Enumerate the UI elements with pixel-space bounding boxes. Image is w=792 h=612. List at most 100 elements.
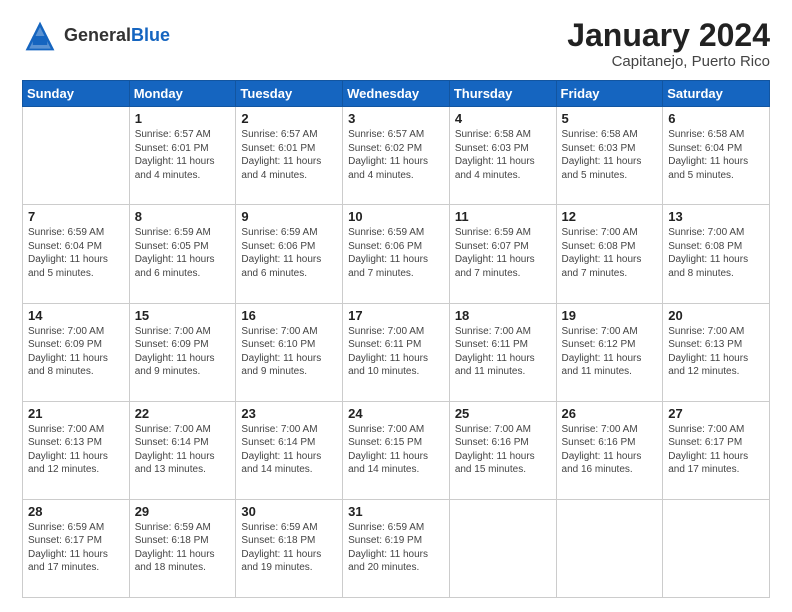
week-row-3: 14 Sunrise: 7:00 AM Sunset: 6:09 PM Dayli… <box>23 303 770 401</box>
calendar-cell: 21 Sunrise: 7:00 AM Sunset: 6:13 PM Dayli… <box>23 401 130 499</box>
calendar-cell: 16Sunrise: 7:00 AM Sunset: 6:10 PM Dayli… <box>236 303 343 401</box>
logo-text: GeneralBlue <box>64 26 170 46</box>
calendar-cell <box>23 107 130 205</box>
calendar-cell: 23 Sunrise: 7:00 AM Sunset: 6:14 PM Dayli… <box>236 401 343 499</box>
calendar-cell: 27 Sunrise: 7:00 AM Sunset: 6:17 PM Dayli… <box>663 401 770 499</box>
weekday-header-saturday: Saturday <box>663 81 770 107</box>
logo: GeneralBlue <box>22 18 170 54</box>
title-block: January 2024 Capitanejo, Puerto Rico <box>567 18 770 70</box>
day-number: 30 <box>241 504 337 519</box>
day-number: 28 <box>28 504 124 519</box>
day-number: 1 <box>135 111 231 126</box>
day-info: Sunrise: 7:00 AM Sunset: 6:11 PM Dayligh… <box>455 325 551 379</box>
day-info: Sunrise: 6:59 AM Sunset: 6:06 PM Dayligh… <box>241 226 337 280</box>
logo-general: General <box>64 25 131 45</box>
week-row-1: 1 Sunrise: 6:57 AM Sunset: 6:01 PM Daylig… <box>23 107 770 205</box>
day-number: 19 <box>562 308 658 323</box>
day-number: 11 <box>455 209 551 224</box>
calendar-cell: 14 Sunrise: 7:00 AM Sunset: 6:09 PM Dayli… <box>23 303 130 401</box>
day-info: Sunrise: 7:00 AM Sunset: 6:08 PM Dayligh… <box>562 226 658 280</box>
calendar-cell: 28 Sunrise: 6:59 AM Sunset: 6:17 PM Dayli… <box>23 499 130 597</box>
day-number: 13 <box>668 209 764 224</box>
day-number: 3 <box>348 111 444 126</box>
calendar-cell: 25Sunrise: 7:00 AM Sunset: 6:16 PM Dayli… <box>449 401 556 499</box>
day-info: Sunrise: 7:00 AM Sunset: 6:08 PM Dayligh… <box>668 226 764 280</box>
calendar-cell: 22Sunrise: 7:00 AM Sunset: 6:14 PM Dayli… <box>129 401 236 499</box>
day-info: Sunrise: 7:00 AM Sunset: 6:13 PM Dayligh… <box>28 423 124 477</box>
day-number: 26 <box>562 406 658 421</box>
day-number: 7 <box>28 209 124 224</box>
day-info: Sunrise: 6:57 AM Sunset: 6:01 PM Dayligh… <box>135 128 231 182</box>
calendar-cell <box>663 499 770 597</box>
day-info: Sunrise: 6:59 AM Sunset: 6:18 PM Dayligh… <box>135 521 231 575</box>
day-info: Sunrise: 6:59 AM Sunset: 6:07 PM Dayligh… <box>455 226 551 280</box>
day-info: Sunrise: 6:59 AM Sunset: 6:19 PM Dayligh… <box>348 521 444 575</box>
weekday-header-wednesday: Wednesday <box>343 81 450 107</box>
day-info: Sunrise: 7:00 AM Sunset: 6:16 PM Dayligh… <box>455 423 551 477</box>
day-number: 18 <box>455 308 551 323</box>
calendar-cell: 30 Sunrise: 6:59 AM Sunset: 6:18 PM Dayli… <box>236 499 343 597</box>
day-number: 16 <box>241 308 337 323</box>
location-subtitle: Capitanejo, Puerto Rico <box>567 53 770 70</box>
day-info: Sunrise: 6:58 AM Sunset: 6:03 PM Dayligh… <box>562 128 658 182</box>
day-number: 23 <box>241 406 337 421</box>
day-number: 22 <box>135 406 231 421</box>
day-number: 17 <box>348 308 444 323</box>
calendar-cell: 18 Sunrise: 7:00 AM Sunset: 6:11 PM Dayli… <box>449 303 556 401</box>
month-title: January 2024 <box>567 18 770 53</box>
weekday-header-row: SundayMondayTuesdayWednesdayThursdayFrid… <box>23 81 770 107</box>
day-number: 12 <box>562 209 658 224</box>
day-info: Sunrise: 7:00 AM Sunset: 6:09 PM Dayligh… <box>135 325 231 379</box>
calendar-cell: 29Sunrise: 6:59 AM Sunset: 6:18 PM Dayli… <box>129 499 236 597</box>
day-info: Sunrise: 6:58 AM Sunset: 6:04 PM Dayligh… <box>668 128 764 182</box>
calendar-cell: 11 Sunrise: 6:59 AM Sunset: 6:07 PM Dayli… <box>449 205 556 303</box>
day-info: Sunrise: 7:00 AM Sunset: 6:09 PM Dayligh… <box>28 325 124 379</box>
day-info: Sunrise: 6:59 AM Sunset: 6:06 PM Dayligh… <box>348 226 444 280</box>
day-number: 14 <box>28 308 124 323</box>
calendar-cell: 9 Sunrise: 6:59 AM Sunset: 6:06 PM Daylig… <box>236 205 343 303</box>
day-info: Sunrise: 6:59 AM Sunset: 6:17 PM Dayligh… <box>28 521 124 575</box>
calendar-cell: 5Sunrise: 6:58 AM Sunset: 6:03 PM Daylig… <box>556 107 663 205</box>
day-info: Sunrise: 6:59 AM Sunset: 6:05 PM Dayligh… <box>135 226 231 280</box>
header: GeneralBlue January 2024 Capitanejo, Pue… <box>22 18 770 70</box>
calendar-cell: 1 Sunrise: 6:57 AM Sunset: 6:01 PM Daylig… <box>129 107 236 205</box>
weekday-header-friday: Friday <box>556 81 663 107</box>
calendar-cell: 7Sunrise: 6:59 AM Sunset: 6:04 PM Daylig… <box>23 205 130 303</box>
weekday-header-sunday: Sunday <box>23 81 130 107</box>
calendar-cell: 26Sunrise: 7:00 AM Sunset: 6:16 PM Dayli… <box>556 401 663 499</box>
logo-blue: Blue <box>131 25 170 45</box>
calendar-cell: 6 Sunrise: 6:58 AM Sunset: 6:04 PM Daylig… <box>663 107 770 205</box>
day-number: 9 <box>241 209 337 224</box>
calendar-cell: 31Sunrise: 6:59 AM Sunset: 6:19 PM Dayli… <box>343 499 450 597</box>
week-row-5: 28 Sunrise: 6:59 AM Sunset: 6:17 PM Dayli… <box>23 499 770 597</box>
day-info: Sunrise: 7:00 AM Sunset: 6:13 PM Dayligh… <box>668 325 764 379</box>
calendar-cell: 10Sunrise: 6:59 AM Sunset: 6:06 PM Dayli… <box>343 205 450 303</box>
day-info: Sunrise: 7:00 AM Sunset: 6:12 PM Dayligh… <box>562 325 658 379</box>
calendar-cell: 24Sunrise: 7:00 AM Sunset: 6:15 PM Dayli… <box>343 401 450 499</box>
day-number: 8 <box>135 209 231 224</box>
day-number: 6 <box>668 111 764 126</box>
calendar-cell: 15Sunrise: 7:00 AM Sunset: 6:09 PM Dayli… <box>129 303 236 401</box>
day-number: 2 <box>241 111 337 126</box>
day-info: Sunrise: 6:58 AM Sunset: 6:03 PM Dayligh… <box>455 128 551 182</box>
calendar-cell: 20 Sunrise: 7:00 AM Sunset: 6:13 PM Dayli… <box>663 303 770 401</box>
day-number: 27 <box>668 406 764 421</box>
calendar-cell: 2 Sunrise: 6:57 AM Sunset: 6:01 PM Daylig… <box>236 107 343 205</box>
calendar-cell: 17Sunrise: 7:00 AM Sunset: 6:11 PM Dayli… <box>343 303 450 401</box>
calendar-cell: 3 Sunrise: 6:57 AM Sunset: 6:02 PM Daylig… <box>343 107 450 205</box>
weekday-header-thursday: Thursday <box>449 81 556 107</box>
calendar-cell: 19 Sunrise: 7:00 AM Sunset: 6:12 PM Dayli… <box>556 303 663 401</box>
day-info: Sunrise: 6:57 AM Sunset: 6:01 PM Dayligh… <box>241 128 337 182</box>
day-info: Sunrise: 6:59 AM Sunset: 6:18 PM Dayligh… <box>241 521 337 575</box>
calendar-cell: 13 Sunrise: 7:00 AM Sunset: 6:08 PM Dayli… <box>663 205 770 303</box>
day-number: 21 <box>28 406 124 421</box>
day-number: 20 <box>668 308 764 323</box>
day-info: Sunrise: 6:57 AM Sunset: 6:02 PM Dayligh… <box>348 128 444 182</box>
day-number: 4 <box>455 111 551 126</box>
day-info: Sunrise: 7:00 AM Sunset: 6:14 PM Dayligh… <box>241 423 337 477</box>
calendar-table: SundayMondayTuesdayWednesdayThursdayFrid… <box>22 80 770 598</box>
day-number: 24 <box>348 406 444 421</box>
day-info: Sunrise: 7:00 AM Sunset: 6:17 PM Dayligh… <box>668 423 764 477</box>
page: GeneralBlue January 2024 Capitanejo, Pue… <box>0 0 792 612</box>
calendar-cell <box>449 499 556 597</box>
